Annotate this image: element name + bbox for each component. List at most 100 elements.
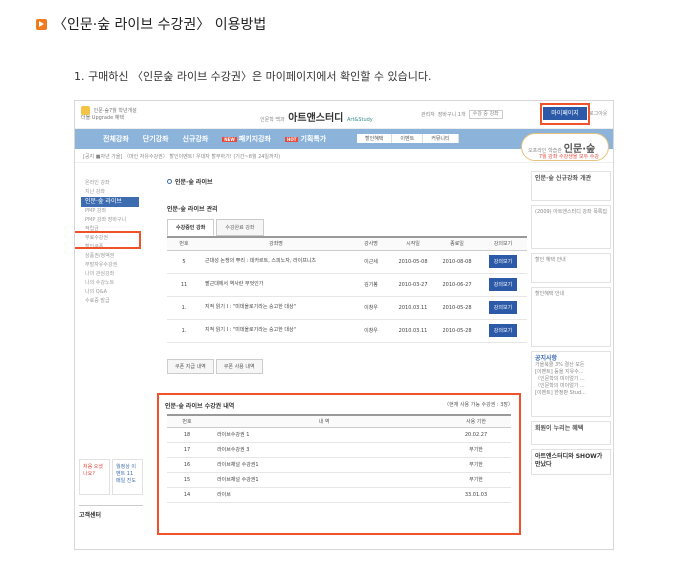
tab-coupon-used[interactable]: 쿠폰 사용 내역 [215,358,263,374]
cell-end: 2010-06-27 [435,273,479,297]
hcell-desc: 라이브채널 수강권1 [207,457,441,473]
hcell-desc: 라이브 [207,487,441,503]
notice-title[interactable]: 공지사항 [535,355,607,362]
tab-in-progress[interactable]: 수강중인 강좌 [167,219,215,236]
history-table: 번호 내 역 사용 기한 18 라이브수강권 1 20.02.27 17 라이브수강권 … [167,414,511,503]
main-nav: 전체강좌 단기강좌 신규강좌 NEW 패키지강좌 HOT 기획특가 할인혜택 이벤트… [75,129,613,161]
sidebar-item[interactable]: 인문·숲 라이브 [81,197,139,207]
col-start: 시작일 [391,237,435,251]
cell-view: 강의보기 [479,319,527,343]
col-no: 번호 [167,237,201,251]
section-title: 인문·숲 라이브 관리 [167,206,218,213]
cell-start: 2010-03-27 [391,273,435,297]
sidebar-item[interactable]: PMP 강좌 [75,207,147,216]
notice-item[interactable]: [이벤트] 등을 지유수... [535,369,607,376]
page-heading: 〈인문·숲 라이브 수강권〉 이용방법 [36,14,266,34]
course-table: 번호 강좌명 강사명 시작일 종료일 강의보기 5 근대성 논쟁의 뿌리 : 데카… [167,236,527,343]
hcell-limit: 무기한 [441,457,511,473]
left-sidebar: 장바구니 강좌관리 온라인 강좌 지난 강좌 인문·숲 라이브 PMP 강좌 PMP 강좌 … [75,165,214,549]
sidebar-item[interactable]: 무발자유수강권 [75,261,147,270]
nav-new-courses[interactable]: 신규강좌 [183,134,209,144]
upgrade-icon [81,106,90,115]
mypage-highlight [540,103,590,125]
site-topbar: 인문·숲7월 학년개설 더블 Upgrade 혜택 인문학 백과 아트앤스터디 … [75,101,613,129]
subnav-event[interactable]: 이벤트 [392,134,424,143]
cell-teacher: 이창우 [351,296,391,320]
col-teacher: 강사명 [351,237,391,251]
title-bullet-icon [167,179,172,184]
promo-first-visit[interactable]: 처음 오셨나요? [79,459,110,495]
history-row: 16 라이브채널 수강권1 무기한 [167,457,511,473]
sidebar-item[interactable]: 수료증 발급 [75,297,147,306]
sidebar-item[interactable]: 온라인 강좌 [75,179,147,188]
hcell-desc: 라이브수강권 3 [207,442,441,458]
cart-link[interactable]: 장바구니 1개 [438,111,466,118]
subnav-discount[interactable]: 할인혜택 [357,134,393,143]
hcell-desc: 라이브수강권 1 [207,427,441,443]
nav-short-courses[interactable]: 단기강좌 [143,134,169,144]
view-lecture-button[interactable]: 강의보기 [488,255,518,268]
cell-start: 2010-05-08 [391,250,435,274]
cell-title: 근대성 논쟁의 뿌리 : 데카르트, 스피노자, 라이프니츠 [201,250,351,274]
cell-teacher: 김기봉 [351,273,391,297]
hcol-desc: 내 역 [207,415,441,428]
tab-completed[interactable]: 수강완료 강좌 [216,219,264,236]
promo-event[interactable]: 월정상 이벤트 11 매일 진도 [112,459,143,495]
cell-title: 지적 읽기 I : "미데올로기라는 숭고한 대상" [201,319,351,343]
view-lecture-button[interactable]: 강의보기 [488,278,518,291]
show-box[interactable]: 아트앤스터디와 SHOW가 만났다 [531,449,611,475]
hcol-limit: 사용 기한 [441,415,511,428]
view-lecture-button[interactable]: 강의보기 [488,301,518,314]
step-1-text: 1. 구매하신 〈인문숲 라이브 수강권〉은 마이페이지에서 확인할 수 있습니… [74,70,432,83]
catalog-box[interactable]: (2009) 아트앤스터디 강좌 목록집 [531,205,611,249]
history-title: 인문·숲 라이브 수강권 내역 [165,403,235,410]
site-logo[interactable]: 인문학 백과 아트앤스터디 Art&Study [260,109,373,124]
sidebar-item[interactable]: 지난 강좌 [75,188,147,197]
subnav-community[interactable]: 커뮤니티 [423,134,459,143]
cell-view: 강의보기 [479,296,527,320]
cell-no: 11 [167,273,201,297]
nav-special-price[interactable]: HOT 기획특가 [285,134,326,144]
hcell-no: 17 [167,442,207,458]
hcell-limit: 무기한 [441,472,511,488]
top-links: 관리자 장바구니 1개 수강 중 강좌 [421,110,503,119]
member-benefit-box[interactable]: 회원이 누리는 혜택 [531,421,611,445]
main-title: 인문·숲 라이브 [167,177,527,186]
sidebar-active-highlight [75,231,141,249]
history-row: 18 라이브수강권 1 20.02.27 [167,427,511,443]
notice-item[interactable]: 〈인문학의 미이얼기 ... [535,376,607,383]
sidebar-item[interactable]: 나의 Q&A [75,288,147,297]
sidebar-item[interactable]: 상품권/정액권 [75,252,147,261]
history-row: 17 라이브수강권 3 무기한 [167,442,511,458]
view-lecture-button[interactable]: 강의보기 [488,324,518,337]
col-view: 강의보기 [479,237,527,251]
promo-boxes: 처음 오셨나요? 월정상 이벤트 11 매일 진도 [79,459,143,495]
notice-item[interactable]: 〈인문학의 미이얼기 ... [535,383,607,390]
cell-no: 1. [167,319,201,343]
nav-package-courses[interactable]: NEW 패키지강좌 [222,134,271,144]
ticket-history: 인문·숲 라이브 수강권 내역 〈현재 사용 가능 수강권 : 3장〉 번호 내… [157,393,521,535]
remaining-tickets: 〈현재 사용 가능 수강권 : 3장〉 [444,402,513,408]
page-title: 〈인문·숲 라이브 수강권〉 이용방법 [53,17,267,33]
discount-info-box[interactable]: 할인혜택 안내 [531,287,611,347]
notice-item[interactable]: [이벤트] 한정판 Stud... [535,390,607,397]
tab-coupon-issued[interactable]: 쿠폰 지급 내역 [167,358,214,374]
sidebar-item[interactable]: PMP 강좌 장바구니 [75,216,147,225]
discount-box[interactable]: 할인 혜택 안내 [531,253,611,283]
table-row: 1. 지적 읽기 I : "미데올로기라는 숭고한 대상" 이창우 2010.03.1… [167,319,527,343]
sidebar-item[interactable]: 나의 수강노트 [75,279,147,288]
cell-teacher: 이근세 [351,250,391,274]
cell-start: 2010.03.11 [391,296,435,320]
right-sidebar: 인문·숲 신규강좌 개관 (2009) 아트앤스터디 강좌 목록집 할인 혜택 … [531,171,611,479]
notice-box: 공지사항 가을북클 3% 결산 모든 [이벤트] 등을 지유수... 〈인문학의 미… [531,351,611,417]
notice-item[interactable]: 가을북클 3% 결산 모든 [535,362,607,369]
site-screenshot: 인문·숲7월 학년개설 더블 Upgrade 혜택 인문학 백과 아트앤스터디 … [74,100,614,550]
admin-link[interactable]: 관리자 [421,111,435,118]
hcell-no: 14 [167,487,207,503]
nav-all-courses[interactable]: 전체강좌 [103,134,129,144]
new-courses-box[interactable]: 인문·숲 신규강좌 개관 [531,171,611,201]
search-select[interactable]: 수강 중 강좌 [468,110,503,119]
sidebar-item[interactable]: 나의 관심강좌 [75,270,147,279]
logout-link[interactable]: 로그아웃 [589,110,607,117]
upgrade-banner[interactable]: 인문·숲7월 학년개설 더블 Upgrade 혜택 [81,106,137,122]
